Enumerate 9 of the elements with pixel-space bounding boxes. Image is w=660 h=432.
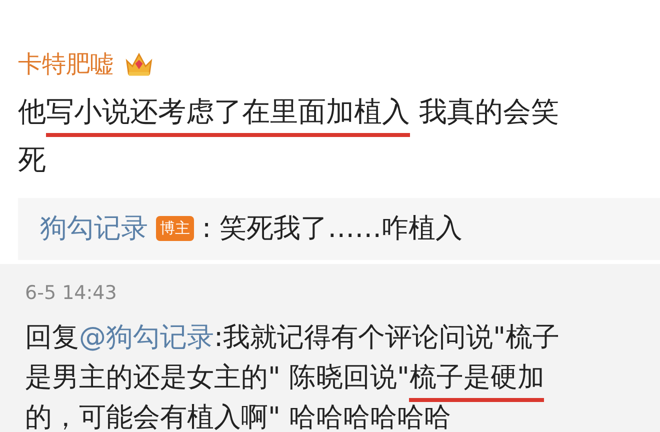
mention-link[interactable]: @狗勾记录 xyxy=(79,322,214,353)
crown-icon xyxy=(124,50,154,78)
username[interactable]: 狗勾记录 xyxy=(40,210,148,246)
reply-text: : 笑死我了……咋植入 xyxy=(202,212,463,246)
reply-text: 回复@狗勾记录:我就记得有个评论问说"梳子是男主的还是女主的" 陈晓回说"梳子是硬加 的，可能会有植入啊" 哈哈哈哈哈哈 xyxy=(25,321,561,432)
author-badge: 博主 xyxy=(156,216,194,240)
comment-text: 他写小说还考虑了在里面加植入 我真的会笑死 xyxy=(18,94,560,178)
timestamp: 6-5 14:43 xyxy=(25,282,118,304)
username[interactable]: 卡特肥嘘 xyxy=(18,48,114,80)
